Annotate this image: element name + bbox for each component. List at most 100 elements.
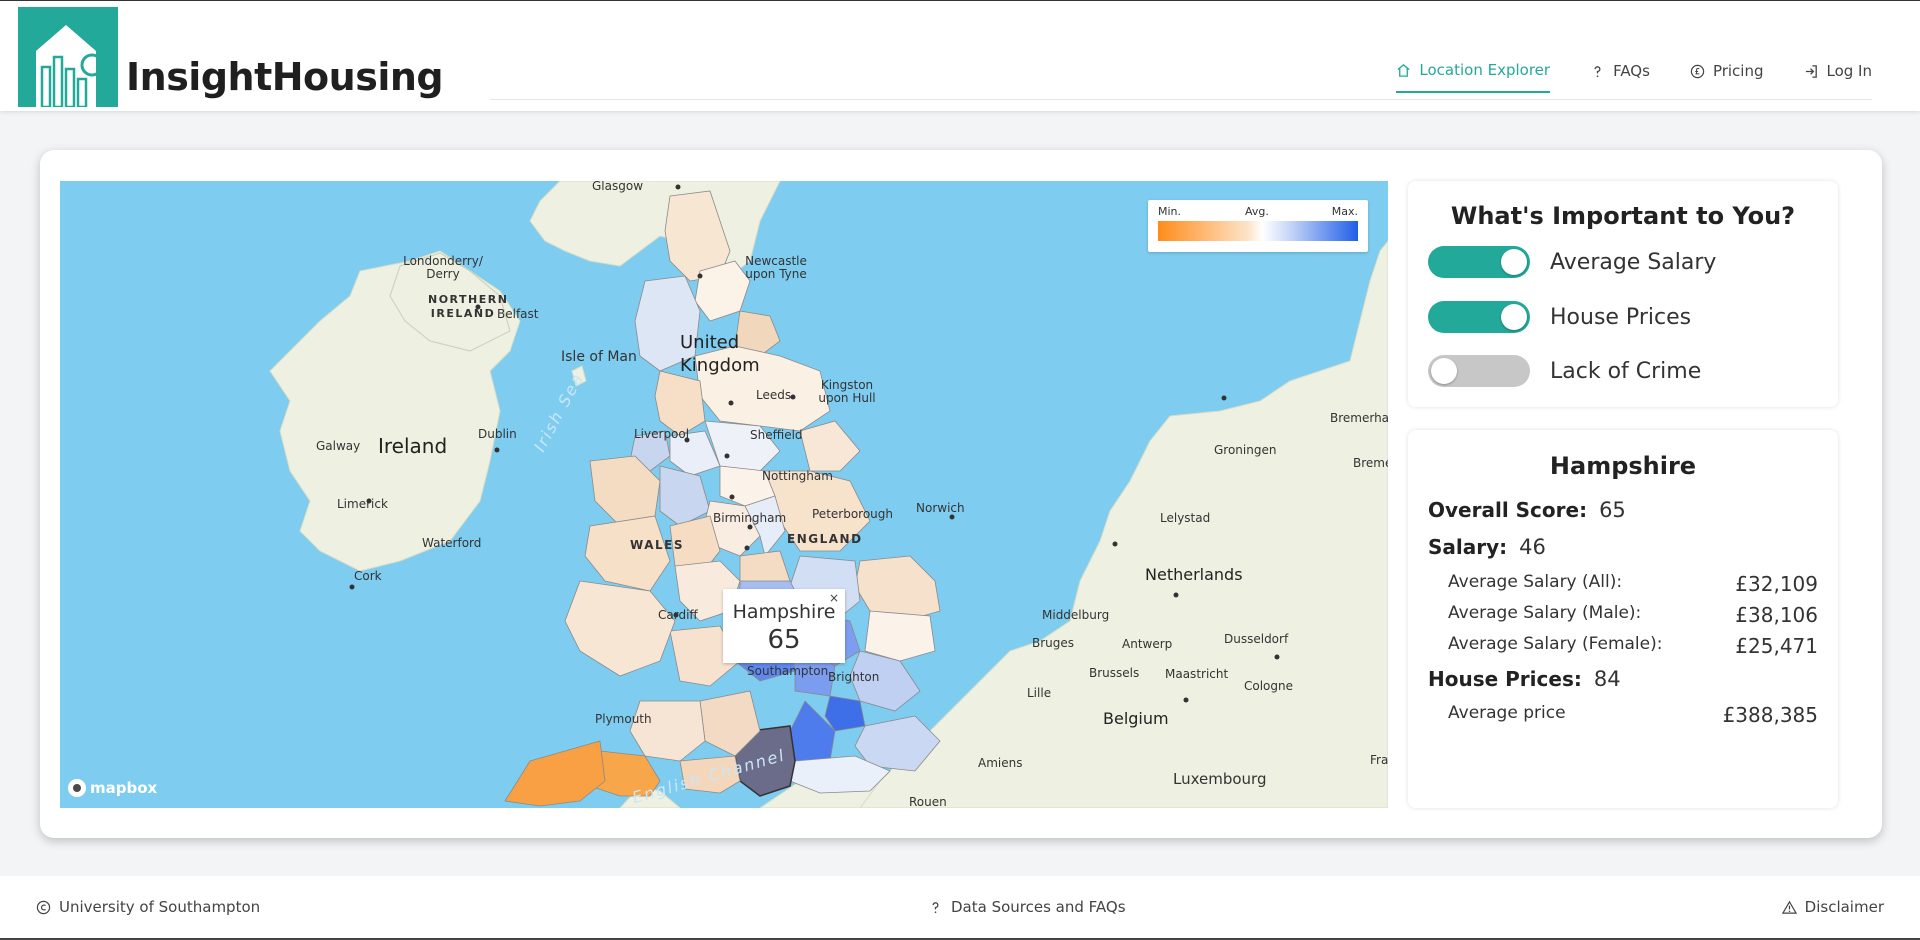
- salary-row: Average Salary (All): £32,109: [1448, 572, 1818, 596]
- map-label-amiens: Amiens: [978, 756, 1023, 770]
- nav-login[interactable]: Log In: [1804, 53, 1873, 93]
- map-label-brussels: Brussels: [1089, 666, 1140, 680]
- salary-row-value: £38,106: [1735, 603, 1818, 627]
- logo-house-icon: [18, 7, 118, 107]
- map-label-cork: Cork: [354, 569, 382, 583]
- region-mid-wales[interactable]: [584, 515, 671, 592]
- preferences-title: What's Important to You?: [1450, 202, 1796, 230]
- nav-label: Log In: [1826, 62, 1873, 80]
- salary-value: 46: [1519, 535, 1546, 559]
- map-label-londonderry: Londonderry/ Derry: [403, 254, 483, 281]
- mapbox-logo[interactable]: mapbox: [68, 779, 157, 797]
- map-label-fra: Fra: [1370, 753, 1388, 767]
- map-label-northern-ireland: NORTHERN IRELAND: [428, 293, 509, 320]
- map-label-isle-of-man: Isle of Man: [561, 349, 637, 365]
- house-prices-toggle[interactable]: [1428, 301, 1530, 333]
- toggle-knob: [1501, 304, 1527, 330]
- footer-left-label: University of Southampton: [59, 898, 261, 916]
- nav-location-explorer[interactable]: Location Explorer: [1396, 53, 1551, 93]
- house-price-row-label: Average price: [1448, 703, 1566, 723]
- nav-label: Pricing: [1712, 62, 1764, 80]
- map-label-brighton: Brighton: [828, 670, 880, 684]
- salary-row-label: Average Salary (Male):: [1448, 603, 1642, 623]
- map-label-peterborough: Peterborough: [812, 507, 894, 521]
- lack-of-crime-toggle[interactable]: [1428, 355, 1530, 387]
- map-label-antwerp: Antwerp: [1122, 637, 1173, 651]
- nav-faqs[interactable]: FAQs: [1590, 53, 1650, 93]
- login-icon: [1805, 64, 1817, 78]
- map-label-netherlands: Netherlands: [1145, 565, 1243, 584]
- map-label-galway: Galway: [316, 439, 361, 453]
- map-label-england: ENGLAND: [787, 532, 863, 546]
- legend-max-label: Max.: [1331, 205, 1358, 218]
- region-details-panel: Hampshire Overall Score: 65 Salary: 46 A…: [1408, 430, 1838, 808]
- legend-gradient-bar: [1158, 221, 1358, 241]
- map-label-cardiff: Cardiff: [658, 608, 698, 622]
- legend-min-label: Min.: [1158, 205, 1182, 218]
- footer-disclaimer-link[interactable]: Disclaimer: [1781, 898, 1884, 916]
- salary-row: Average Salary (Female): £25,471: [1448, 634, 1818, 658]
- popup-title: Hampshire: [732, 601, 836, 623]
- map-label-kingston: Kingston upon Hull: [818, 378, 876, 405]
- map-label-glasgow: Glasgow: [592, 181, 644, 193]
- region-south-wales[interactable]: [564, 580, 676, 677]
- house-prices-value: 84: [1593, 667, 1621, 691]
- map-label-nottingham: Nottingham: [762, 469, 833, 483]
- average-salary-toggle[interactable]: [1428, 246, 1530, 278]
- toggle-label: House Prices: [1550, 304, 1692, 330]
- toggle-row-house-prices: House Prices: [1428, 301, 1691, 333]
- map-label-united-kingdom: United Kingdom: [680, 332, 760, 376]
- region-norfolk[interactable]: [854, 555, 941, 622]
- house-price-row: Average price £388,385: [1448, 703, 1818, 727]
- region-title: Hampshire: [1549, 452, 1697, 480]
- toggle-knob: [1431, 358, 1457, 384]
- footer-university-link[interactable]: University of Southampton: [36, 898, 260, 916]
- home-icon: [1397, 63, 1410, 77]
- map-label-limerick: Limerick: [337, 497, 388, 511]
- map-label-wales: WALES: [630, 538, 684, 552]
- question-icon: [1594, 65, 1601, 77]
- toggle-row-lack-of-crime: Lack of Crime: [1428, 355, 1701, 387]
- map-label-birmingham: Birmingham: [713, 511, 787, 525]
- footer-right-label: Disclaimer: [1804, 898, 1884, 916]
- region-london[interactable]: [824, 695, 866, 732]
- region-somerset[interactable]: [629, 700, 706, 762]
- region-suffolk[interactable]: [864, 610, 936, 662]
- toggle-label: Average Salary: [1550, 249, 1717, 275]
- footer-data-sources-link[interactable]: Data Sources and FAQs: [928, 898, 1126, 916]
- salary-row-label: Average Salary (Female):: [1448, 634, 1663, 654]
- salary-row-label: Average Salary (All):: [1448, 572, 1623, 592]
- region-cornwall[interactable]: [504, 740, 606, 807]
- region-east-yorks[interactable]: [799, 420, 861, 472]
- legend-avg-label: Avg.: [1245, 205, 1269, 218]
- salary-row: Average Salary (Male): £38,106: [1448, 603, 1818, 627]
- house-prices-score: House Prices: 84: [1428, 667, 1621, 691]
- map-label-sheffield: Sheffield: [750, 428, 803, 442]
- map-label-middelburg: Middelburg: [1042, 608, 1110, 622]
- header: InsightHousing Location Explorer FAQs Pr…: [0, 0, 1920, 111]
- map-label-leeds: Leeds: [756, 388, 792, 402]
- map-label-belgium: Belgium: [1103, 709, 1169, 728]
- nav-divider: [490, 99, 1872, 100]
- map-label-groningen: Groningen: [1214, 443, 1277, 457]
- toggle-knob: [1501, 249, 1527, 275]
- nav-pricing[interactable]: Pricing: [1690, 53, 1764, 93]
- region-cheshire[interactable]: [659, 465, 711, 527]
- map-label-bremerhaven: Bremerhaven: [1330, 411, 1388, 425]
- map-label-newcastle: Newcastle upon Tyne: [745, 254, 807, 281]
- map-canvas[interactable]: [60, 181, 1388, 808]
- salary-label: Salary:: [1428, 535, 1508, 559]
- nav-label: Location Explorer: [1419, 61, 1551, 79]
- popup-close-button[interactable]: ×: [829, 591, 839, 605]
- overall-score: Overall Score: 65: [1428, 498, 1626, 522]
- copyright-icon: [36, 900, 51, 914]
- logo[interactable]: InsightHousing: [18, 7, 444, 107]
- choropleth-map[interactable]: Glasgow Newcastle upon Tyne Londonderry/…: [60, 181, 1388, 808]
- footer-center-label: Data Sources and FAQs: [951, 898, 1126, 916]
- salary-row-value: £25,471: [1735, 634, 1818, 658]
- uk-regions[interactable]: [504, 190, 941, 807]
- map-popup: × Hampshire 65: [723, 589, 845, 663]
- salary-row-value: £32,109: [1735, 572, 1818, 596]
- map-label-luxembourg: Luxembourg: [1173, 770, 1267, 788]
- map-label-plymouth: Plymouth: [595, 712, 652, 726]
